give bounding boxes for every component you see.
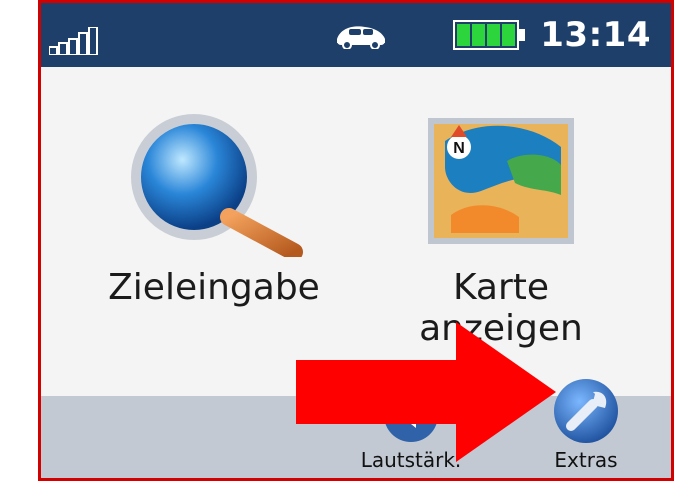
wrench-icon [554, 379, 618, 443]
car-icon [337, 26, 385, 49]
status-bar: 13:14 [41, 3, 671, 67]
view-map-tile[interactable]: N Karte anzeigen [366, 87, 636, 349]
signal-strength-icon [49, 27, 98, 55]
svg-text:N: N [453, 140, 465, 157]
destination-entry-tile[interactable]: Zieleingabe [79, 87, 349, 317]
battery-full-icon [453, 20, 525, 50]
map-icon: N [428, 118, 574, 244]
destination-entry-label: Zieleingabe [108, 267, 320, 308]
clock-time: 13:14 [540, 15, 651, 55]
magnifying-glass-icon [131, 114, 303, 257]
red-arrow-overlay [296, 322, 556, 462]
